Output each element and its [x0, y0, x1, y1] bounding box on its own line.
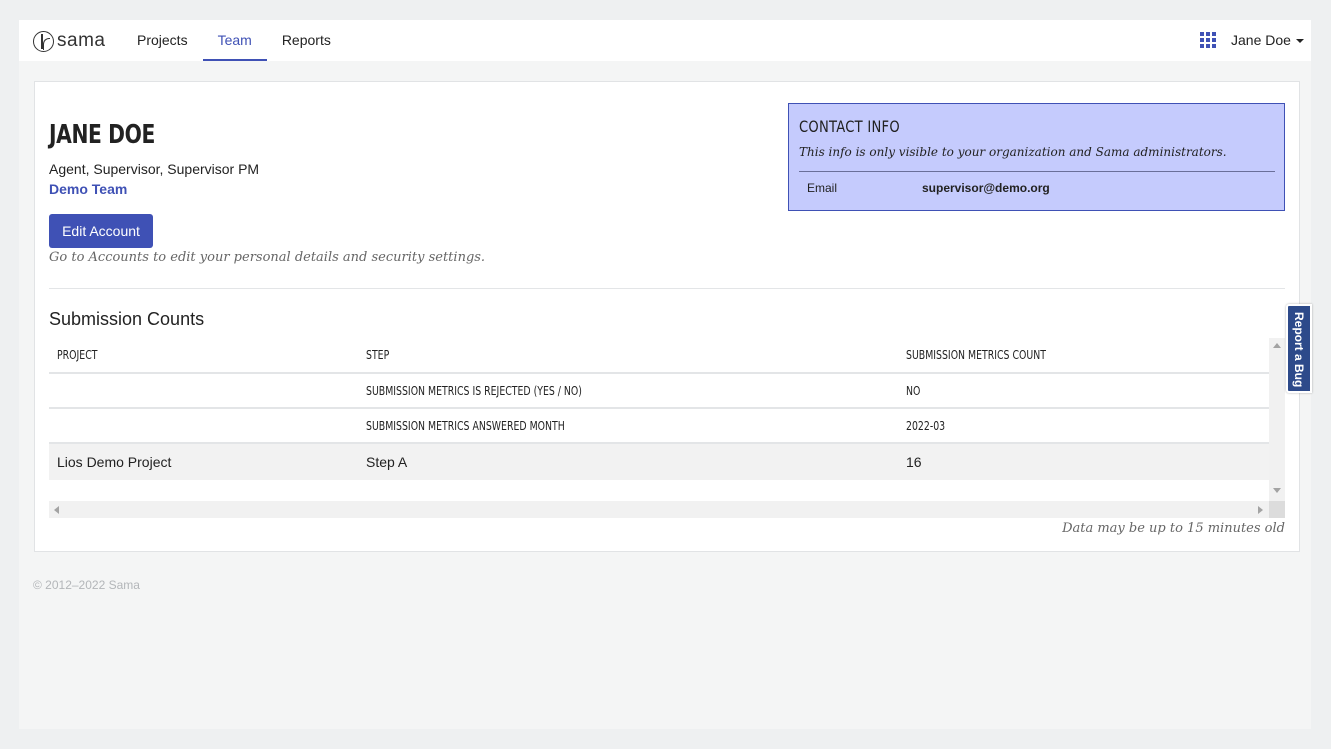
- contact-info-note: This info is only visible to your organi…: [799, 145, 1227, 159]
- cell-step: Step A: [358, 443, 898, 480]
- edit-account-button[interactable]: Edit Account: [49, 214, 153, 248]
- grid-apps-icon[interactable]: [1200, 32, 1216, 48]
- edit-account-hint: Go to Accounts to edit your personal det…: [49, 250, 486, 265]
- column-header-count[interactable]: SUBMISSION METRICS COUNT: [898, 338, 1269, 374]
- email-value: supervisor@demo.org: [922, 181, 1050, 195]
- app-container: sama Projects Team Reports Jane Doe JANE…: [19, 20, 1311, 729]
- cell-count: NO: [898, 373, 1269, 409]
- team-link[interactable]: Demo Team: [49, 181, 127, 197]
- table-meta-row: SUBMISSION METRICS ANSWERED MONTH 2022-0…: [49, 408, 1269, 444]
- email-label: Email: [807, 181, 838, 195]
- tab-projects[interactable]: Projects: [122, 20, 203, 61]
- divider: [799, 171, 1275, 172]
- column-header-project[interactable]: PROJECT: [49, 338, 358, 374]
- divider: [49, 288, 1285, 289]
- user-name: Jane Doe: [1231, 32, 1291, 48]
- cell-project: Lios Demo Project: [49, 443, 358, 480]
- table-row: Lios Demo Project Step A 16: [49, 443, 1269, 480]
- logo-text: sama: [57, 30, 106, 51]
- top-navbar: sama Projects Team Reports Jane Doe: [19, 20, 1311, 61]
- scroll-right-icon[interactable]: [1258, 506, 1263, 514]
- table-header-row: PROJECT STEP SUBMISSION METRICS COUNT: [49, 338, 1269, 374]
- data-age-note: Data may be up to 15 minutes old: [1062, 521, 1285, 536]
- cell-step: SUBMISSION METRICS IS REJECTED (YES / NO…: [358, 373, 898, 409]
- vertical-scrollbar[interactable]: [1269, 338, 1285, 501]
- column-header-step[interactable]: STEP: [358, 338, 898, 374]
- sama-logo[interactable]: sama: [33, 30, 105, 52]
- cell-step: SUBMISSION METRICS ANSWERED MONTH: [358, 408, 898, 444]
- scroll-up-icon[interactable]: [1273, 343, 1281, 348]
- profile-name: JANE DOE: [49, 120, 155, 150]
- caret-down-icon: [1295, 39, 1304, 44]
- cell-project: [49, 373, 358, 409]
- submission-counts-title: Submission Counts: [49, 309, 205, 329]
- table-meta-row: SUBMISSION METRICS IS REJECTED (YES / NO…: [49, 373, 1269, 409]
- report-bug-label: Report a Bug: [1292, 312, 1306, 388]
- main-nav: Projects Team Reports: [122, 20, 346, 61]
- profile-roles: Agent, Supervisor, Supervisor PM: [49, 161, 260, 177]
- report-bug-button[interactable]: Report a Bug: [1286, 304, 1312, 393]
- scroll-left-icon[interactable]: [54, 506, 59, 514]
- scrollbar-corner: [1269, 501, 1285, 518]
- submission-counts-table: PROJECT STEP SUBMISSION METRICS COUNT SU…: [49, 338, 1285, 518]
- sama-logo-icon: [33, 30, 54, 52]
- cell-count: 16: [898, 443, 1269, 480]
- user-menu[interactable]: Jane Doe: [1231, 20, 1304, 61]
- contact-info-panel: CONTACT INFO This info is only visible t…: [788, 103, 1285, 211]
- footer-copyright: © 2012–2022 Sama: [33, 578, 140, 592]
- tab-reports[interactable]: Reports: [267, 20, 346, 61]
- contact-info-title: CONTACT INFO: [799, 117, 900, 136]
- cell-count: 2022-03: [898, 408, 1269, 444]
- horizontal-scrollbar[interactable]: [49, 501, 1285, 518]
- scroll-down-icon[interactable]: [1273, 488, 1281, 493]
- tab-team[interactable]: Team: [202, 20, 267, 61]
- profile-card: JANE DOE Agent, Supervisor, Supervisor P…: [34, 81, 1300, 552]
- cell-project: [49, 408, 358, 444]
